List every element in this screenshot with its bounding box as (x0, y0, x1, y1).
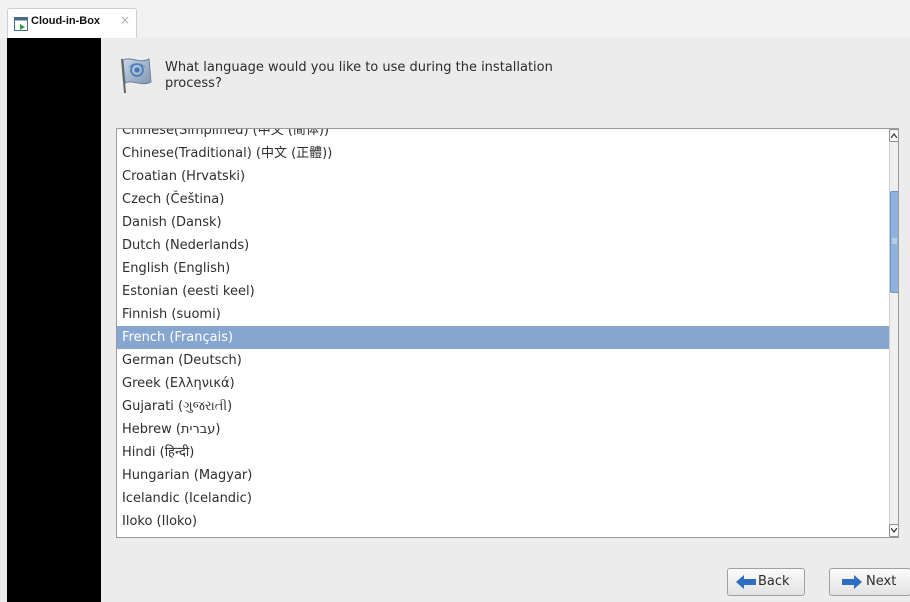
language-item[interactable]: Gujarati (ગુજરાતી) (117, 395, 889, 418)
language-list[interactable]: Chinese(Simplified) (中文 (简体)) Chinese(Tra… (116, 128, 899, 538)
back-button[interactable]: Back (727, 568, 805, 596)
installer-window: What language would you like to use duri… (7, 38, 910, 602)
language-item[interactable]: Hebrew (עברית) (117, 418, 889, 441)
language-item[interactable]: Danish (Dansk) (117, 211, 889, 234)
tab-bar: Cloud-in-Box × (0, 0, 910, 38)
scroll-down-button[interactable] (889, 524, 898, 537)
close-icon[interactable]: × (120, 13, 130, 27)
language-item[interactable]: Greek (Ελληνικά) (117, 372, 889, 395)
language-item[interactable]: Icelandic (Icelandic) (117, 487, 889, 510)
language-item-selected[interactable]: French (Français) (117, 326, 889, 349)
language-item[interactable]: Iloko (Iloko) (117, 510, 889, 533)
window-icon (14, 17, 28, 31)
tab-cloud-in-box[interactable]: Cloud-in-Box × (7, 8, 137, 38)
language-list-items: Chinese(Simplified) (中文 (简体)) Chinese(Tra… (117, 129, 889, 533)
language-item[interactable]: Estonian (eesti keel) (117, 280, 889, 303)
language-item[interactable]: Hindi (हिन्दी) (117, 441, 889, 464)
language-item[interactable]: Croatian (Hrvatski) (117, 165, 889, 188)
language-item[interactable]: Hungarian (Magyar) (117, 464, 889, 487)
language-item[interactable]: Czech (Čeština) (117, 188, 889, 211)
language-item[interactable]: Chinese(Traditional) (中文 (正體)) (117, 142, 889, 165)
chevron-up-icon (891, 133, 897, 138)
sidebar (7, 38, 101, 602)
next-button[interactable]: Next (829, 568, 910, 596)
scroll-up-button[interactable] (889, 129, 898, 142)
chevron-down-icon (891, 528, 897, 533)
next-button-label: Next (866, 574, 897, 589)
language-item[interactable]: German (Deutsch) (117, 349, 889, 372)
arrow-right-icon (842, 575, 862, 589)
globe-flag-icon (121, 58, 152, 94)
arrow-left-icon (736, 575, 756, 589)
back-button-label: Back (758, 574, 790, 589)
tab-title: Cloud-in-Box (31, 15, 101, 27)
scrollbar[interactable] (889, 129, 898, 537)
scroll-thumb[interactable] (890, 191, 898, 293)
language-question: What language would you like to use duri… (165, 60, 553, 91)
grip-icon (892, 238, 897, 244)
language-item[interactable]: Chinese(Simplified) (中文 (简体)) (117, 129, 889, 142)
language-item[interactable]: English (English) (117, 257, 889, 280)
language-item[interactable]: Finnish (suomi) (117, 303, 889, 326)
language-item[interactable]: Dutch (Nederlands) (117, 234, 889, 257)
